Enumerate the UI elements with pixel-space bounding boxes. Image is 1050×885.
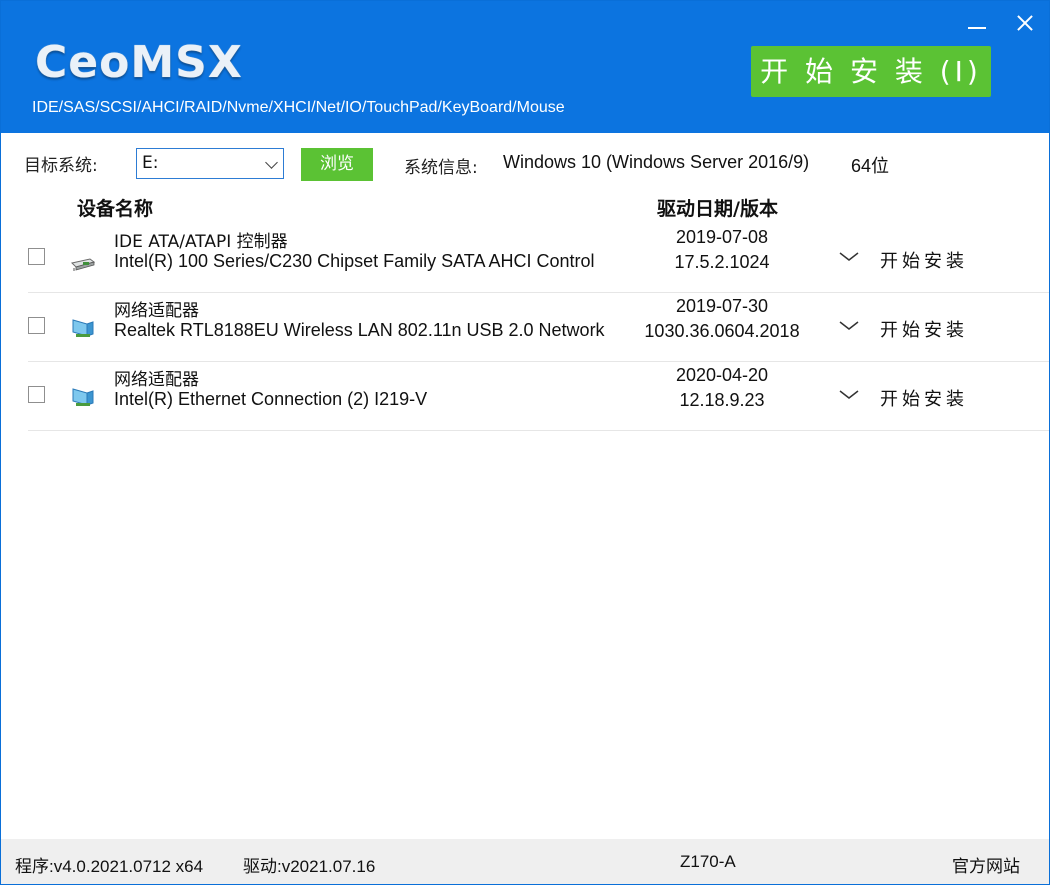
device-checkbox[interactable] (28, 317, 45, 334)
device-checkbox[interactable] (28, 386, 45, 403)
target-system-value: E: (142, 153, 159, 173)
device-category: 网络适配器 (114, 370, 199, 390)
driver-version-info: 驱动:v2021.07.16 (243, 857, 376, 876)
row-install-button[interactable]: 开始安装 (880, 247, 968, 273)
table-row: 网络适配器 Intel(R) Ethernet Connection (2) I… (28, 361, 1049, 431)
driver-version: 1030.36.0604.2018 (644, 321, 800, 341)
motherboard-model: Z170-A (680, 852, 736, 871)
status-bar: 程序:v4.0.2021.0712 x64 驱动:v2021.07.16 Z17… (1, 839, 1049, 884)
header-bar: CeoMSX IDE/SAS/SCSI/AHCI/RAID/Nvme/XHCI/… (1, 1, 1049, 133)
device-category: 网络适配器 (114, 301, 199, 321)
row-install-button[interactable]: 开始安装 (880, 385, 968, 411)
chevron-down-icon[interactable] (838, 250, 860, 264)
device-checkbox[interactable] (28, 248, 45, 265)
row-install-button[interactable]: 开始安装 (880, 316, 968, 342)
start-install-button[interactable]: 开 始 安 装 (I) (751, 46, 991, 97)
driver-version: 17.5.2.1024 (674, 252, 770, 272)
system-info-os: Windows 10 (Windows Server 2016/9) (503, 152, 810, 172)
network-adapter-icon (72, 319, 94, 337)
browse-button[interactable]: 浏览 (301, 148, 373, 181)
close-icon[interactable] (1012, 11, 1038, 37)
target-system-label: 目标系统: (24, 156, 98, 176)
system-info-label: 系统信息: (404, 158, 478, 178)
device-name: Intel(R) 100 Series/C230 Chipset Family … (114, 251, 595, 271)
program-version: 程序:v4.0.2021.0712 x64 (15, 857, 204, 876)
column-header-date-version: 驱动日期/版本 (657, 198, 778, 220)
device-name: Intel(R) Ethernet Connection (2) I219-V (114, 389, 428, 409)
target-system-select[interactable]: E: (136, 148, 284, 179)
minimize-icon[interactable] (965, 11, 991, 37)
column-header-device-name: 设备名称 (77, 198, 154, 220)
chevron-down-icon (265, 156, 278, 169)
chevron-down-icon[interactable] (838, 319, 860, 333)
app-logo: CeoMSX (35, 37, 243, 88)
device-name: Realtek RTL8188EU Wireless LAN 802.11n U… (114, 320, 605, 340)
storage-controller-icon (71, 258, 96, 271)
driver-version: 12.18.9.23 (679, 390, 765, 410)
system-info-arch: 64位 (851, 156, 890, 176)
official-website-link[interactable]: 官方网站 (952, 852, 1020, 877)
app-window: CeoMSX IDE/SAS/SCSI/AHCI/RAID/Nvme/XHCI/… (0, 0, 1050, 885)
supported-types-text: IDE/SAS/SCSI/AHCI/RAID/Nvme/XHCI/Net/IO/… (32, 99, 565, 116)
table-row: IDE ATA/ATAPI 控制器 Intel(R) 100 Series/C2… (28, 223, 1049, 293)
driver-date: 2019-07-08 (675, 227, 769, 247)
driver-date: 2020-04-20 (675, 365, 769, 385)
table-row: 网络适配器 Realtek RTL8188EU Wireless LAN 802… (28, 292, 1049, 362)
chevron-down-icon[interactable] (838, 388, 860, 402)
network-adapter-icon (72, 388, 94, 406)
device-category: IDE ATA/ATAPI 控制器 (114, 232, 288, 252)
driver-date: 2019-07-30 (675, 296, 769, 316)
